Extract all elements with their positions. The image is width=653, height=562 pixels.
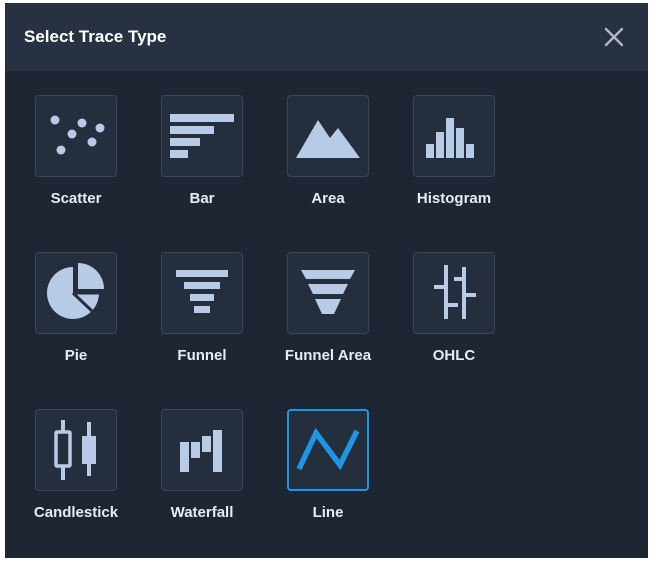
trace-option-box [35,95,117,177]
area-icon [296,120,360,158]
candlestick-icon [54,420,96,480]
trace-option-histogram[interactable]: Histogram [385,71,505,207]
trace-option-box [35,409,117,491]
trace-option-label: Area [311,190,345,207]
bar-icon [170,114,234,158]
trace-option-box [161,409,243,491]
funnel-area-icon [301,270,355,314]
trace-option-box [35,252,117,334]
trace-option-pie[interactable]: Pie [7,228,127,364]
waterfall-icon [180,430,222,472]
trace-option-label: Pie [64,347,88,364]
trace-option-scatter[interactable]: Scatter [7,71,127,207]
close-button[interactable] [598,21,630,53]
trace-option-funnel[interactable]: Funnel [133,228,253,364]
close-icon [604,27,624,47]
trace-option-box [287,252,369,334]
trace-option-line[interactable]: Line [259,385,379,521]
trace-option-label: OHLC [432,347,476,364]
trace-option-box [413,95,495,177]
trace-option-label: Scatter [50,190,102,207]
scatter-icon [50,115,105,155]
pie-icon [47,263,104,319]
trace-option-box [161,95,243,177]
trace-option-label: Waterfall [170,504,234,521]
trace-option-candlestick[interactable]: Candlestick [7,385,127,521]
trace-option-box [287,95,369,177]
select-trace-type-dialog: Select Trace Type Scatter Bar Area Histo… [5,3,648,558]
trace-option-label: Bar [189,190,215,207]
trace-option-funnel-area[interactable]: Funnel Area [259,228,379,364]
trace-option-label: Funnel [177,347,227,364]
trace-option-bar[interactable]: Bar [133,71,253,207]
line-icon [296,427,360,471]
trace-option-label: Funnel Area [284,347,372,364]
trace-option-box [413,252,495,334]
ohlc-icon [434,265,476,319]
trace-option-ohlc[interactable]: OHLC [385,228,505,364]
funnel-icon [176,270,228,313]
trace-option-label: Histogram [416,190,492,207]
trace-option-label: Line [312,504,344,521]
trace-option-box [287,409,369,491]
trace-type-grid: Scatter Bar Area Histogram Pie Funnel Fu… [5,71,648,558]
dialog-title: Select Trace Type [24,27,167,46]
trace-option-waterfall[interactable]: Waterfall [133,385,253,521]
trace-option-area[interactable]: Area [259,71,379,207]
trace-option-label: Candlestick [33,504,119,521]
dialog-header: Select Trace Type [5,3,648,71]
histogram-icon [426,118,474,158]
trace-option-box [161,252,243,334]
